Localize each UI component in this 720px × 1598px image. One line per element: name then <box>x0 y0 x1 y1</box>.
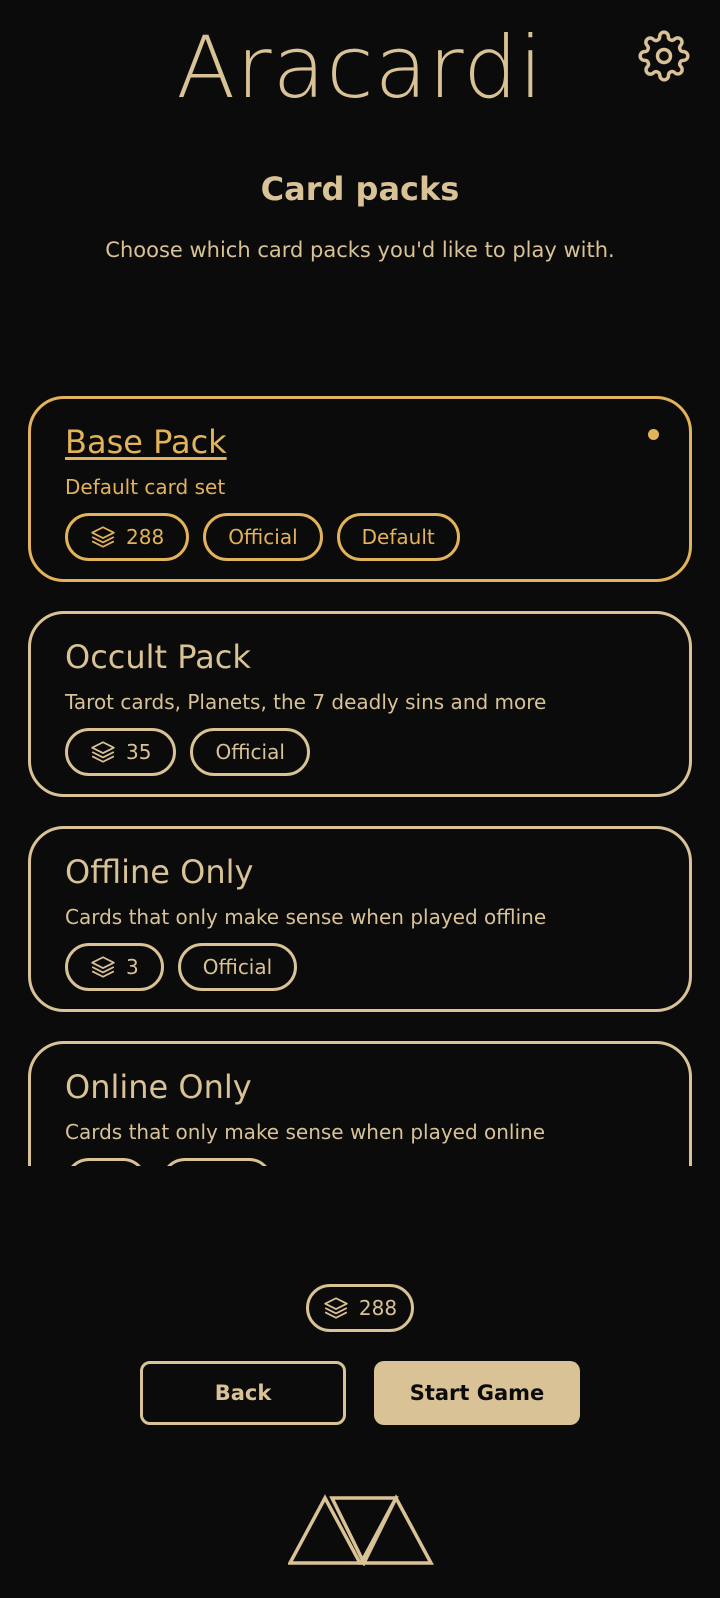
card-count: 3 <box>126 955 139 979</box>
card-count-badge <box>65 1158 147 1166</box>
gear-icon[interactable] <box>638 30 690 82</box>
layers-icon <box>91 526 115 548</box>
pack-name: Occult Pack <box>65 638 251 676</box>
total-card-count: 288 <box>358 1296 398 1320</box>
selected-indicator <box>648 429 659 440</box>
pack-name: Online Only <box>65 1068 252 1106</box>
pack-name: Offline Only <box>65 853 254 891</box>
card-count-badge: 3 <box>65 943 164 991</box>
pack-description: Tarot cards, Planets, the 7 deadly sins … <box>65 690 547 714</box>
tag-label: Official <box>202 955 273 979</box>
start-game-button[interactable]: Start Game <box>374 1361 580 1425</box>
pack-card-base[interactable]: Base Pack Default card set 288 Official … <box>28 396 692 582</box>
card-count-badge: 35 <box>65 728 177 776</box>
pack-card-occult[interactable]: Occult Pack Tarot cards, Planets, the 7 … <box>28 611 692 797</box>
pack-description: Cards that only make sense when played o… <box>65 1120 546 1144</box>
tag-official: Official <box>177 943 298 991</box>
tag-official: Official <box>203 513 323 561</box>
card-count: 35 <box>126 740 152 764</box>
card-count-badge: 288 <box>65 513 190 561</box>
tag-official: Official <box>190 728 310 776</box>
tag-default: Default <box>336 513 460 561</box>
triangles-logo-icon <box>288 1494 434 1566</box>
layers-icon <box>91 956 115 978</box>
pack-card-online[interactable]: Online Only Cards that only make sense w… <box>28 1041 692 1166</box>
layers-icon <box>91 741 115 763</box>
pack-name: Base Pack <box>65 423 227 461</box>
tag-label: Default <box>361 525 435 549</box>
pack-description: Cards that only make sense when played o… <box>65 905 547 929</box>
pack-list[interactable]: Base Pack Default card set 288 Official … <box>28 396 692 1166</box>
app-title: Aracardi <box>176 18 544 118</box>
section-title: Card packs <box>260 170 460 208</box>
back-button[interactable]: Back <box>140 1361 346 1425</box>
layers-icon <box>324 1297 348 1319</box>
card-count: 288 <box>126 525 165 549</box>
tag-label: Official <box>215 740 285 764</box>
pack-description: Default card set <box>65 475 226 499</box>
tag-label: Official <box>228 525 298 549</box>
section-subtitle: Choose which card packs you'd like to pl… <box>105 238 615 262</box>
pack-card-offline[interactable]: Offline Only Cards that only make sense … <box>28 826 692 1012</box>
tag-official <box>161 1158 273 1166</box>
total-card-count-badge: 288 <box>306 1284 414 1332</box>
